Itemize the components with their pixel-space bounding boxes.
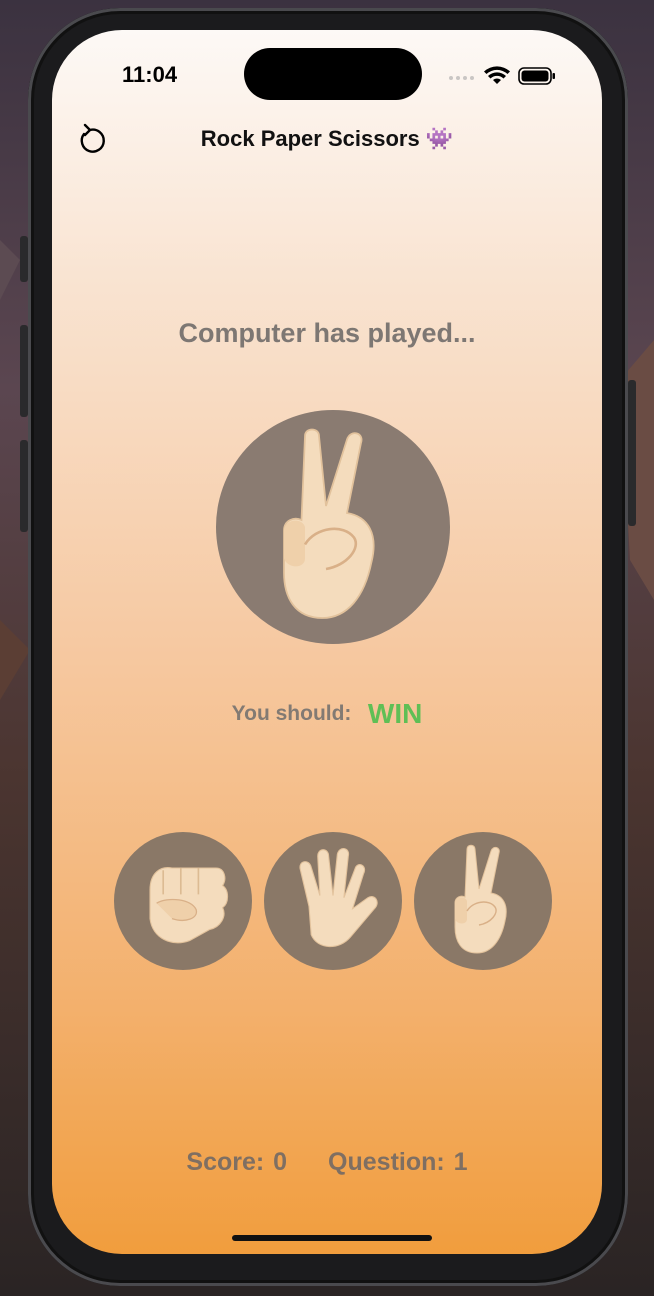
instruction-value: WIN <box>367 698 423 729</box>
score-label: Score: 0 <box>186 1148 288 1176</box>
home-indicator[interactable] <box>232 1235 432 1241</box>
instruction-label: You should: <box>231 702 352 725</box>
side-button-volume-down <box>20 440 28 532</box>
rock-button[interactable] <box>114 832 252 970</box>
computer-move <box>216 410 450 644</box>
status-icons <box>448 66 556 86</box>
computer-played-label: Computer has played... <box>178 318 476 348</box>
scissors-hand-icon <box>283 428 375 619</box>
scissors-button[interactable] <box>414 832 552 970</box>
paper-hand-icon <box>299 848 378 948</box>
score-footer: Score: 0 Question: 1 <box>52 1148 602 1177</box>
status-time: 11:04 <box>122 62 178 87</box>
side-button-action <box>20 236 28 282</box>
side-button-volume-up <box>20 325 28 417</box>
instruction: You should: WIN <box>52 698 602 730</box>
paper-button[interactable] <box>264 832 402 970</box>
side-button-power <box>628 380 636 526</box>
rock-hand-icon <box>149 867 229 944</box>
app-screen: 11:04 Rock Paper Scissors 👾 Computer has… <box>52 30 602 1254</box>
battery-icon <box>518 67 555 85</box>
page-title: Rock Paper Scissors 👾 <box>200 126 454 151</box>
dynamic-island <box>244 48 422 100</box>
scissors-hand-icon <box>454 844 507 954</box>
cellular-signal-icon <box>449 76 474 80</box>
question-label: Question: 1 <box>328 1148 468 1176</box>
wifi-icon <box>484 66 510 84</box>
